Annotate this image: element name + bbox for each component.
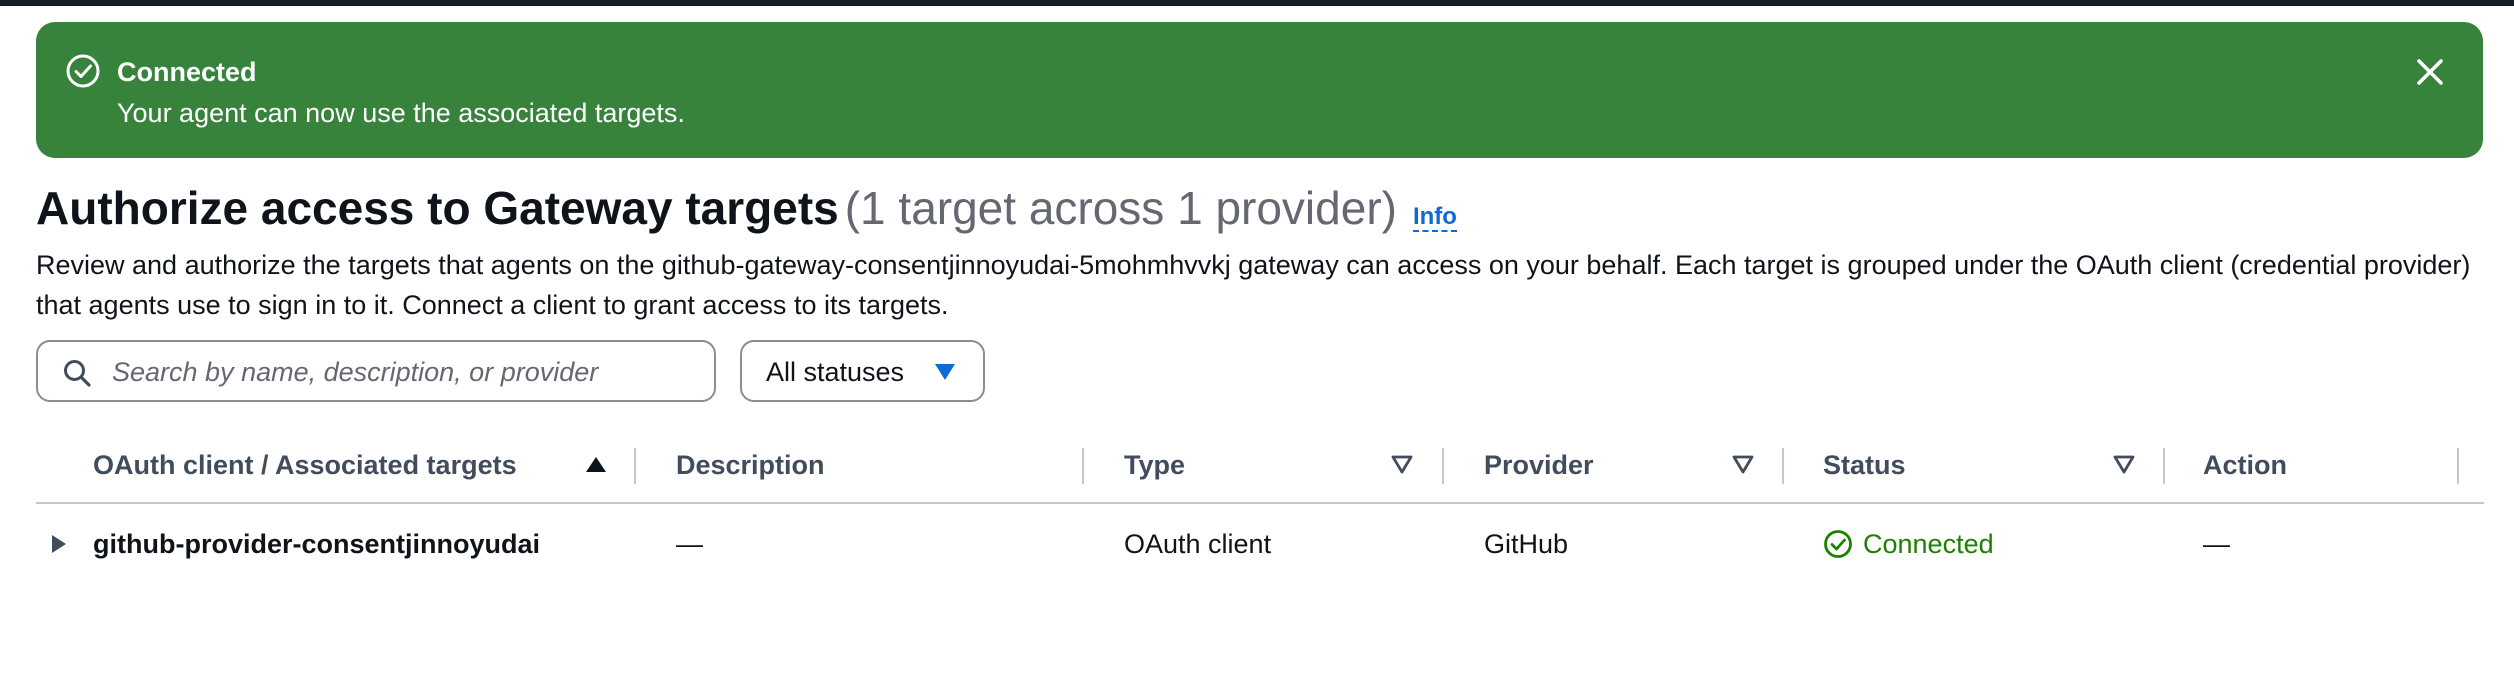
column-separator[interactable] — [1082, 448, 1084, 484]
search-icon — [64, 360, 91, 387]
row-type: OAuth client — [1124, 529, 1272, 559]
column-separator[interactable] — [2457, 448, 2459, 484]
status-filter-select[interactable]: All statuses — [740, 340, 985, 402]
sort-icon[interactable] — [2112, 452, 2136, 476]
row-description: — — [676, 529, 703, 559]
row-provider: GitHub — [1484, 529, 1569, 559]
column-header-provider[interactable]: Provider — [1484, 445, 1594, 485]
page-header: Authorize access to Gateway targets (1 ta… — [36, 178, 1457, 250]
column-header-oauth-client[interactable]: OAuth client / Associated targets — [93, 445, 517, 485]
caret-down-icon — [935, 364, 955, 380]
table-header-divider — [36, 502, 2484, 504]
column-header-type[interactable]: Type — [1124, 445, 1185, 485]
top-bar — [0, 0, 2514, 6]
check-circle-icon — [1824, 530, 1852, 558]
status-filter-value: All statuses — [766, 357, 905, 387]
row-action: — — [2203, 529, 2230, 559]
close-icon[interactable] — [2413, 55, 2447, 89]
row-status: Connected — [1823, 524, 1994, 564]
column-header-status[interactable]: Status — [1823, 445, 1906, 485]
check-circle-icon — [66, 54, 100, 88]
status-label: Connected — [1863, 529, 1994, 559]
column-header-action: Action — [2203, 450, 2287, 480]
search-input[interactable] — [110, 352, 704, 392]
sort-ascending-icon[interactable] — [584, 452, 608, 476]
sort-icon[interactable] — [1731, 452, 1755, 476]
flash-title: Connected — [117, 57, 257, 87]
success-flash-banner: Connected Your agent can now use the ass… — [36, 22, 2483, 158]
sort-icon[interactable] — [1390, 452, 1414, 476]
expand-caret-icon[interactable] — [50, 533, 68, 555]
flash-message: Your agent can now use the associated ta… — [117, 98, 685, 128]
column-separator[interactable] — [1442, 448, 1444, 484]
search-field[interactable] — [36, 340, 716, 402]
column-separator[interactable] — [1782, 448, 1784, 484]
target-count: (1 target across 1 provider) — [844, 182, 1397, 234]
row-oauth-client-name[interactable]: github-provider-consentjinnoyudai — [93, 524, 540, 564]
page-description: Review and authorize the targets that ag… — [36, 250, 2471, 320]
column-header-description: Description — [676, 450, 825, 480]
info-link[interactable]: Info — [1412, 203, 1457, 232]
column-separator[interactable] — [2163, 448, 2165, 484]
column-separator[interactable] — [634, 448, 636, 484]
page-title: Authorize access to Gateway targets — [36, 182, 839, 234]
